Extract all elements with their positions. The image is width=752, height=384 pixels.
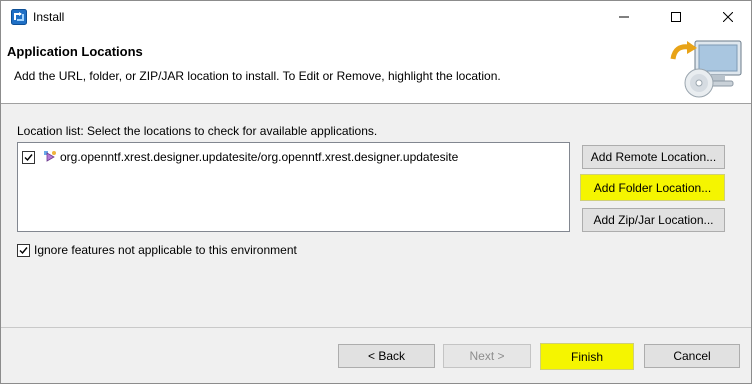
update-site-icon [42, 149, 58, 165]
checkmark-icon [24, 153, 33, 161]
cancel-button[interactable]: Cancel [644, 344, 740, 368]
footer-divider [1, 327, 751, 328]
header-banner: Application Locations Add the URL, folde… [1, 33, 751, 104]
page-title: Application Locations [7, 44, 143, 59]
add-remote-location-button[interactable]: Add Remote Location... [582, 145, 725, 169]
close-button[interactable] [705, 1, 751, 33]
add-folder-location-button[interactable]: Add Folder Location... [580, 174, 725, 201]
list-item[interactable]: org.openntf.xrest.designer.updatesite/or… [22, 148, 458, 166]
location-list[interactable]: org.openntf.xrest.designer.updatesite/or… [17, 142, 570, 232]
back-button[interactable]: < Back [338, 344, 435, 368]
location-checkbox[interactable] [22, 150, 35, 164]
next-button[interactable]: Next > [443, 344, 531, 368]
ignore-features-label: Ignore features not applicable to this e… [34, 243, 297, 257]
checkmark-icon [19, 246, 28, 254]
add-zip-jar-location-button[interactable]: Add Zip/Jar Location... [582, 208, 725, 232]
install-dialog: Install Application Locations Add the UR… [0, 0, 752, 384]
ignore-features-option[interactable]: Ignore features not applicable to this e… [17, 243, 297, 257]
title-bar[interactable]: Install [1, 1, 751, 33]
location-list-label: Location list: Select the locations to c… [17, 124, 378, 138]
page-description: Add the URL, folder, or ZIP/JAR location… [14, 69, 501, 83]
window-title: Install [33, 10, 65, 24]
maximize-icon [671, 12, 681, 22]
minimize-icon [619, 16, 629, 18]
install-app-icon [11, 9, 27, 25]
location-path: org.openntf.xrest.designer.updatesite/or… [60, 150, 459, 164]
close-icon [723, 12, 733, 22]
ignore-features-checkbox[interactable] [17, 243, 30, 257]
finish-button[interactable]: Finish [540, 343, 634, 370]
maximize-button[interactable] [653, 1, 699, 33]
minimize-button[interactable] [601, 1, 647, 33]
install-wizard-icon [667, 37, 747, 101]
